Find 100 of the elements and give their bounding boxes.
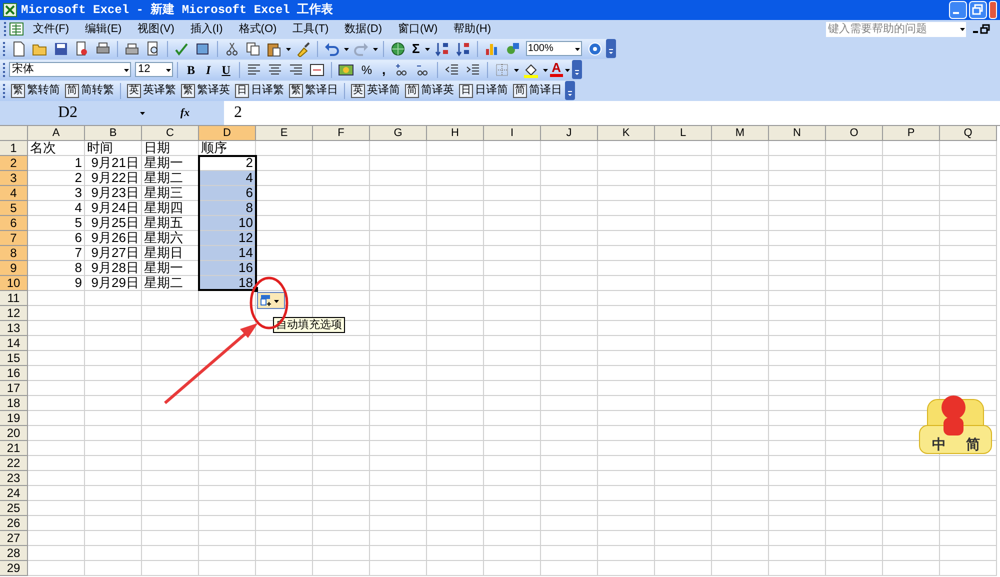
translate-button[interactable]: 简 简译英 — [403, 82, 456, 99]
merge-center-icon[interactable] — [309, 62, 326, 78]
sort-ascending-icon[interactable] — [434, 40, 450, 56]
globe-icon[interactable] — [390, 40, 406, 56]
column-header[interactable]: O — [826, 126, 883, 141]
help-icon[interactable] — [586, 40, 603, 56]
column-header[interactable]: M — [712, 126, 769, 141]
menu-item[interactable]: 窗口(W) — [390, 20, 446, 38]
row-header[interactable]: 15 — [0, 351, 28, 366]
row-header[interactable]: 5 — [0, 201, 28, 216]
spreadsheet-icon[interactable] — [3, 3, 17, 17]
new-document-icon[interactable] — [11, 40, 27, 56]
bold-button[interactable]: B — [182, 60, 200, 78]
row-header[interactable]: 22 — [0, 456, 28, 471]
row-header[interactable]: 23 — [0, 471, 28, 486]
row-header[interactable]: 6 — [0, 216, 28, 231]
comma-button[interactable]: , — [377, 60, 391, 80]
row-header[interactable]: 16 — [0, 366, 28, 381]
row-header[interactable]: 24 — [0, 486, 28, 501]
column-header[interactable]: H — [427, 126, 484, 141]
row-header[interactable]: 3 — [0, 171, 28, 186]
toolbar-options-icon[interactable] — [572, 60, 582, 79]
row-header[interactable]: 11 — [0, 291, 28, 306]
menu-item[interactable]: 视图(V) — [130, 20, 182, 38]
row-header[interactable]: 17 — [0, 381, 28, 396]
sheet-icon[interactable] — [9, 21, 25, 37]
column-header[interactable]: F — [313, 126, 370, 141]
translate-button[interactable]: 繁 繁译英 — [179, 82, 232, 99]
autofill-options-button[interactable] — [257, 292, 285, 309]
formula-field[interactable]: 2 — [224, 101, 1000, 125]
font-size-dropdown[interactable]: 12 — [135, 62, 173, 77]
sum-button[interactable]: Σ — [409, 38, 423, 58]
italic-button[interactable]: I — [201, 60, 216, 78]
row-header[interactable]: 18 — [0, 396, 28, 411]
row-header[interactable]: 4 — [0, 186, 28, 201]
row-header[interactable]: 21 — [0, 441, 28, 456]
column-header[interactable]: G — [370, 126, 427, 141]
restore-icon[interactable] — [980, 23, 992, 35]
row-header[interactable]: 20 — [0, 426, 28, 441]
row-header[interactable]: 8 — [0, 246, 28, 261]
help-field[interactable]: 键入需要帮助的问题 — [826, 22, 966, 36]
currency-icon[interactable] — [338, 62, 354, 78]
copy-icon[interactable] — [245, 40, 261, 56]
menu-item[interactable]: 工具(T) — [284, 20, 337, 38]
translate-button[interactable]: 日 日译繁 — [233, 82, 286, 99]
column-header[interactable]: D — [199, 126, 256, 141]
column-header[interactable]: I — [484, 126, 541, 141]
translate-button[interactable]: 日 日译简 — [457, 82, 510, 99]
row-header[interactable]: 7 — [0, 231, 28, 246]
menu-item[interactable]: 数据(D) — [336, 20, 390, 38]
clipboard-icon[interactable] — [266, 40, 282, 56]
column-header[interactable]: P — [883, 126, 940, 141]
ime-label[interactable]: 简 — [966, 436, 980, 452]
toolbar-options-icon[interactable] — [606, 39, 616, 58]
name-box[interactable]: D2 — [0, 101, 146, 125]
row-header[interactable]: 10 — [0, 276, 28, 291]
menu-item[interactable]: 编辑(E) — [77, 20, 130, 38]
shapes-icon[interactable] — [504, 40, 521, 56]
fill-options-icon[interactable] — [260, 294, 272, 307]
insert-function-button[interactable]: fx — [146, 101, 224, 125]
toolbar-options-icon[interactable] — [565, 81, 575, 100]
undo-icon[interactable] — [324, 40, 340, 56]
row-header[interactable]: 9 — [0, 261, 28, 276]
column-header[interactable]: Q — [940, 126, 997, 141]
underline-button[interactable]: U — [216, 60, 236, 78]
close-icon[interactable] — [989, 1, 997, 19]
save-icon[interactable] — [53, 40, 69, 56]
column-header[interactable]: A — [28, 126, 85, 141]
printer-icon[interactable] — [95, 40, 111, 56]
row-header[interactable]: 29 — [0, 561, 28, 576]
spelling-icon[interactable] — [174, 40, 190, 56]
column-header[interactable]: J — [541, 126, 598, 141]
menu-item[interactable]: 插入(I) — [182, 20, 231, 38]
font-dropdown[interactable]: 宋体 — [9, 62, 131, 77]
sort-descending-icon[interactable] — [454, 40, 471, 56]
align-left-icon[interactable] — [246, 62, 262, 78]
row-header[interactable]: 27 — [0, 531, 28, 546]
translate-button[interactable]: 简 简译日 — [511, 82, 564, 99]
decrease-indent-icon[interactable] — [444, 62, 460, 78]
row-header[interactable]: 14 — [0, 336, 28, 351]
fill-color-icon[interactable] — [522, 62, 539, 78]
menu-item[interactable]: 格式(O) — [230, 20, 285, 38]
translate-button[interactable]: 繁 繁译日 — [287, 82, 340, 99]
zoom-dropdown[interactable]: 100% — [526, 41, 582, 56]
translate-button[interactable]: 英 英译繁 — [125, 82, 178, 99]
column-header[interactable]: C — [142, 126, 199, 141]
font-color-button[interactable]: A — [550, 62, 564, 77]
ime-widget[interactable]: 中 简 — [918, 388, 994, 458]
ime-label[interactable]: 中 — [932, 436, 946, 452]
row-header[interactable]: 25 — [0, 501, 28, 516]
row-header[interactable]: 26 — [0, 516, 28, 531]
column-header[interactable]: K — [598, 126, 655, 141]
printer-icon[interactable] — [124, 40, 140, 56]
row-header[interactable]: 2 — [0, 156, 28, 171]
column-header[interactable]: L — [655, 126, 712, 141]
row-header[interactable]: 1 — [0, 141, 28, 156]
document-lock-icon[interactable] — [74, 40, 90, 56]
scissors-icon[interactable] — [224, 40, 240, 56]
column-header[interactable]: B — [85, 126, 142, 141]
translate-button[interactable]: 英 英译简 — [349, 82, 402, 99]
